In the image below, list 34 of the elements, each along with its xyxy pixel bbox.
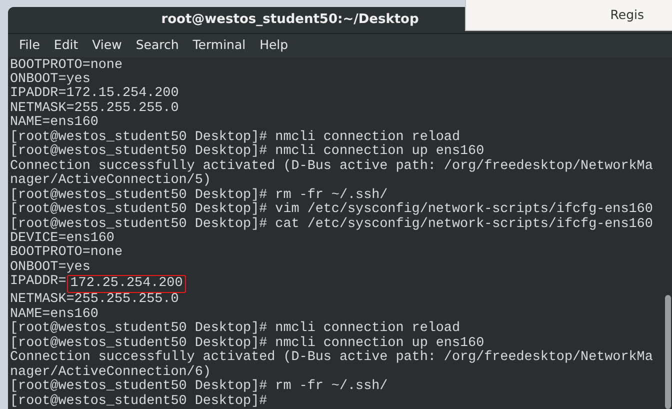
- terminal-line: [root@westos_student50 Desktop]# rm -fr ~/.ssh/: [10, 188, 388, 203]
- terminal-line: Connection successfully activated (D-Bus active path: /org/freedesktop/NetworkMa: [10, 160, 653, 174]
- terminal-line: BOOTPROTO=none: [10, 58, 122, 73]
- menu-item[interactable]: Edit: [46, 36, 86, 55]
- terminal-line: NETMASK=255.255.255.0: [10, 293, 179, 308]
- terminal-line: NETMASK=255.255.255.0: [10, 102, 179, 116]
- background-window[interactable]: Regis: [465, 0, 672, 31]
- terminal-line: IPADDR=: [10, 274, 66, 290]
- terminal-line: BOOTPROTO=none: [10, 246, 122, 261]
- highlighted-value: 172.25.254.200: [67, 275, 186, 294]
- terminal-line: nager/ActiveConnection/5): [10, 174, 211, 188]
- menu-item[interactable]: File: [12, 36, 47, 55]
- terminal-line: [root@westos_student50 Desktop]# nmcli connection reload: [10, 322, 460, 336]
- terminal-line: nager/ActiveConnection/6): [10, 366, 211, 380]
- terminal-line: NAME=ens160: [10, 116, 98, 130]
- scrollbar-thumb[interactable]: [665, 294, 671, 409]
- menu-item[interactable]: Terminal: [186, 36, 253, 55]
- terminal-line: ONBOOT=yes: [10, 73, 90, 88]
- terminal-line: [root@westos_student50 Desktop]#: [10, 394, 268, 409]
- terminal-line: [root@westos_student50 Desktop]# nmcli connection up ens160: [10, 336, 484, 351]
- terminal-line: NAME=ens160: [10, 308, 98, 322]
- terminal-line: IPADDR=172.15.254.200: [10, 87, 179, 102]
- terminal-line: [root@westos_student50 Desktop]# rm -fr ~/.ssh/: [10, 380, 388, 394]
- terminal-line: ONBOOT=yes: [10, 260, 90, 275]
- menu-item[interactable]: Help: [252, 36, 296, 55]
- menu-item[interactable]: View: [85, 36, 129, 55]
- terminal-line: [root@westos_student50 Desktop]# cat /etc/sysconfig/network-scripts/ifcfg-ens160: [10, 218, 653, 232]
- terminal-line: [root@westos_student50 Desktop]# nmcli connection up ens160: [10, 145, 484, 160]
- terminal-line: Connection successfully activated (D-Bus active path: /org/freedesktop/NetworkMa: [10, 351, 653, 366]
- terminal-line: DEVICE=ens160: [10, 232, 114, 246]
- window-title: Regis: [610, 6, 644, 24]
- menu-item[interactable]: Search: [128, 36, 186, 55]
- terminal-line: [root@westos_student50 Desktop]# nmcli connection reload: [10, 130, 460, 145]
- terminal-line: [root@westos_student50 Desktop]# vim /etc/sysconfig/network-scripts/ifcfg-ens160: [10, 203, 653, 218]
